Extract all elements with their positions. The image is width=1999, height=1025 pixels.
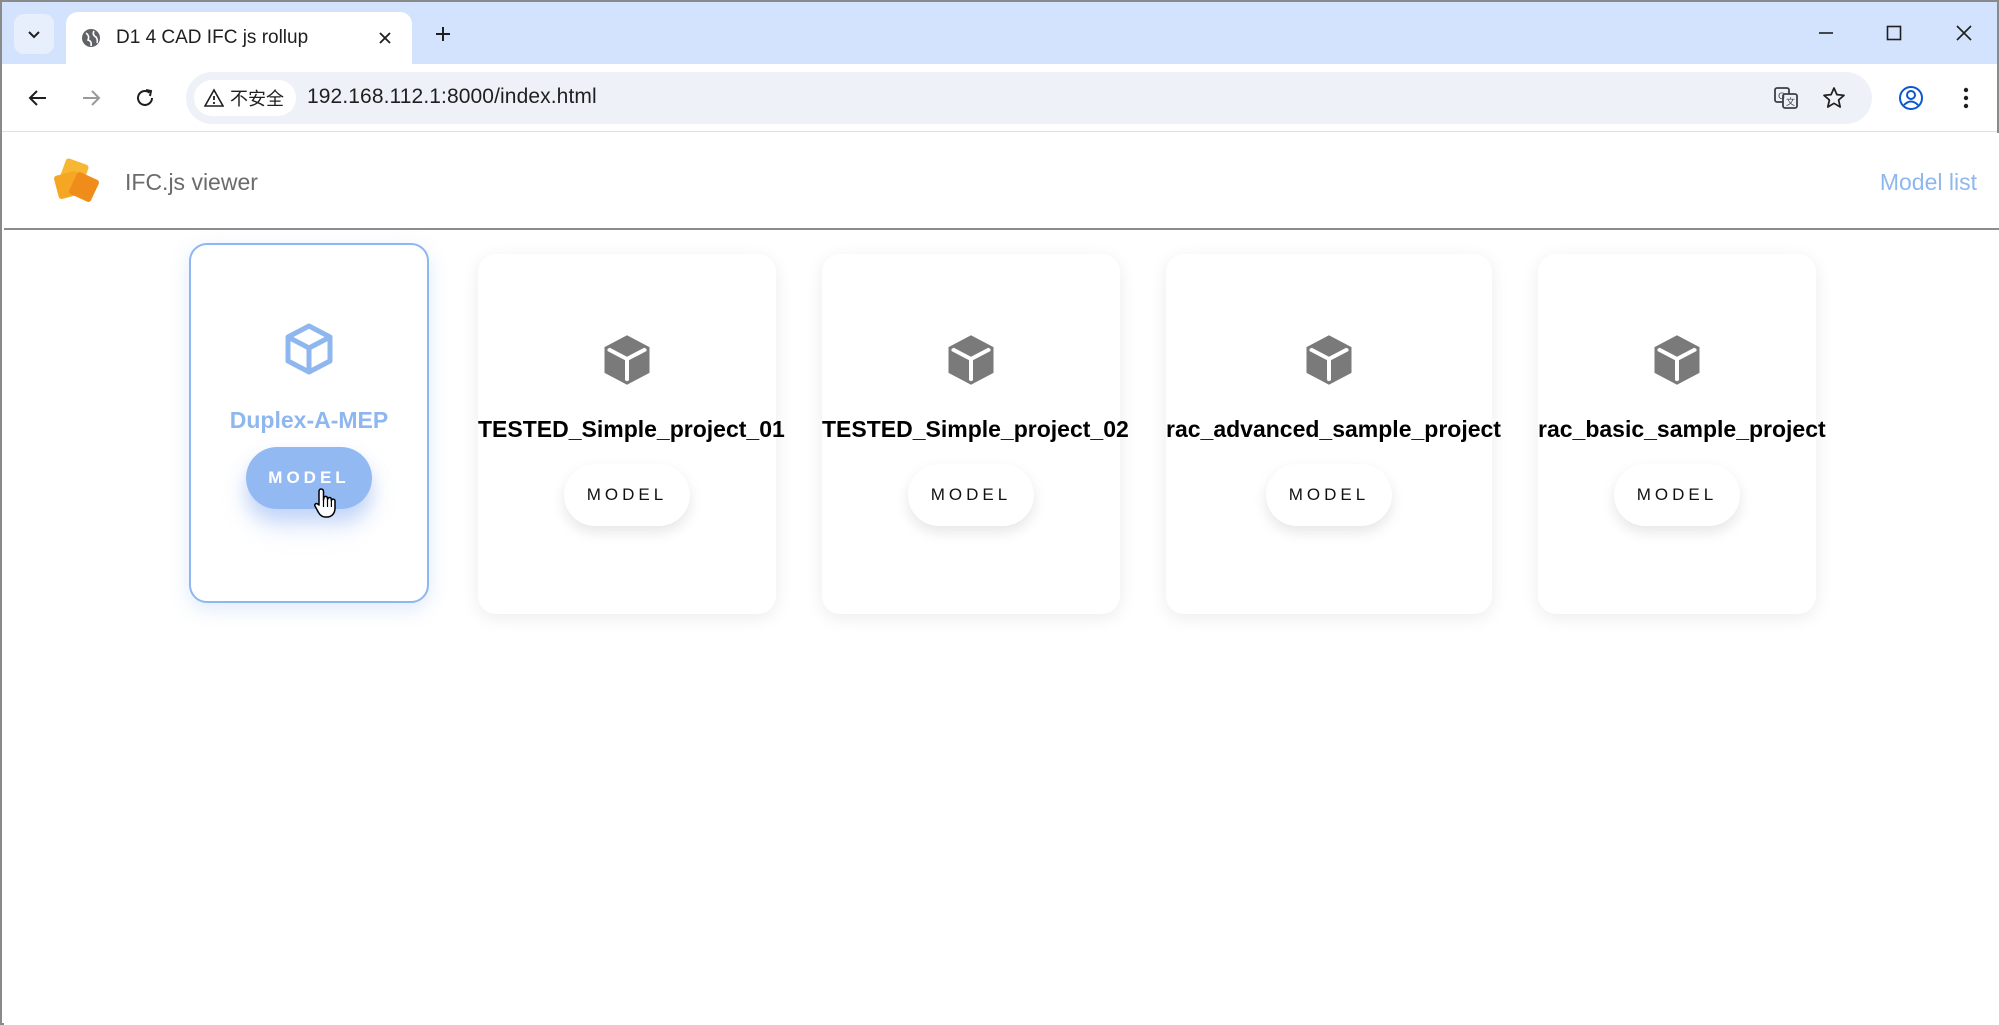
url-text[interactable]: 192.168.112.1:8000/index.html [307, 85, 597, 109]
forward-button[interactable] [71, 78, 111, 118]
globe-icon [82, 29, 100, 47]
security-label: 不安全 [230, 89, 284, 109]
more-vertical-icon [1963, 87, 1969, 109]
model-name: TESTED_Simple_project_02 [822, 416, 1129, 442]
maximize-icon [1886, 25, 1902, 41]
security-indicator[interactable]: 不安全 [194, 80, 296, 116]
arrow-right-icon [83, 90, 101, 106]
back-button[interactable] [18, 78, 58, 118]
bookmark-button[interactable] [1818, 82, 1850, 114]
account-icon [1899, 86, 1923, 110]
model-card[interactable]: Duplex-A-MEP MODEL [189, 243, 429, 603]
plus-icon [436, 27, 450, 41]
svg-text:文: 文 [1786, 96, 1795, 108]
model-card[interactable]: rac_advanced_sample_project MODEL [1166, 254, 1501, 614]
cube-icon [1306, 335, 1352, 385]
model-button[interactable]: MODEL [908, 464, 1034, 526]
profile-button[interactable] [1891, 78, 1931, 118]
model-button[interactable]: MODEL [246, 447, 372, 509]
model-name: rac_basic_sample_project [1538, 416, 1826, 442]
browser-tab[interactable]: D1 4 CAD IFC js rollup [66, 12, 412, 64]
translate-icon: G文 [1774, 87, 1798, 109]
cube-icon [1654, 335, 1700, 385]
star-icon [1823, 87, 1845, 108]
new-tab-button[interactable] [426, 17, 460, 51]
cube-icon [604, 335, 650, 385]
hand-cursor-icon [314, 488, 336, 518]
model-button[interactable]: MODEL [1266, 464, 1392, 526]
warning-icon [204, 88, 224, 107]
model-name: rac_advanced_sample_project [1166, 416, 1501, 442]
model-name: Duplex-A-MEP [229, 407, 389, 433]
menu-button[interactable] [1946, 78, 1986, 118]
app-header: IFC.js viewer Model list [4, 133, 1999, 230]
minimize-button[interactable] [1800, 10, 1852, 56]
chevron-down-icon [28, 31, 40, 39]
close-icon [1956, 25, 1972, 41]
close-window-button[interactable] [1938, 10, 1990, 56]
reload-icon [137, 89, 153, 106]
tab-close-button[interactable] [370, 23, 400, 53]
arrow-left-icon [28, 90, 46, 106]
model-name: TESTED_Simple_project_01 [478, 416, 785, 442]
browser-toolbar: 不安全 192.168.112.1:8000/index.html G文 [2, 64, 1997, 132]
cube-icon [948, 335, 994, 385]
tab-title: D1 4 CAD IFC js rollup [116, 27, 309, 48]
app-title: IFC.js viewer [125, 169, 258, 195]
svg-text:G: G [1778, 92, 1785, 102]
model-card[interactable]: rac_basic_sample_project MODEL [1538, 254, 1826, 614]
model-card[interactable]: TESTED_Simple_project_02 MODEL [822, 254, 1129, 614]
minimize-icon [1819, 32, 1833, 34]
translate-button[interactable]: G文 [1770, 82, 1802, 114]
maximize-button[interactable] [1868, 10, 1920, 56]
page-content: IFC.js viewer Model list Duplex-A-MEP MO… [4, 133, 1999, 1025]
model-button[interactable]: MODEL [1614, 464, 1740, 526]
tab-search-button[interactable] [14, 14, 54, 54]
address-bar[interactable]: 不安全 192.168.112.1:8000/index.html G文 [186, 72, 1872, 124]
cube-icon [285, 323, 333, 375]
ifcjs-logo [53, 158, 99, 202]
tab-strip: D1 4 CAD IFC js rollup [2, 2, 1997, 64]
model-list-link[interactable]: Model list [1880, 169, 1977, 196]
model-card[interactable]: TESTED_Simple_project_01 MODEL [478, 254, 785, 614]
reload-button[interactable] [125, 78, 165, 118]
close-icon [379, 32, 391, 44]
browser-window: D1 4 CAD IFC js rollup 不安全 192.168.112.1… [0, 0, 1999, 1025]
model-button[interactable]: MODEL [564, 464, 690, 526]
